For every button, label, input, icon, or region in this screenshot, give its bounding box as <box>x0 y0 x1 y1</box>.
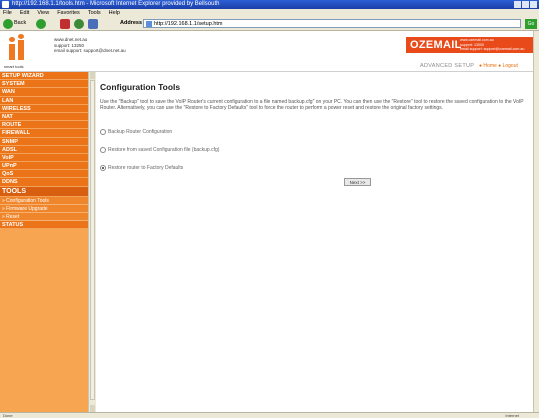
menu-tools[interactable]: Tools <box>88 9 101 17</box>
sidebar-item-snmp[interactable]: SNMP <box>0 137 88 146</box>
radio-factory-defaults[interactable] <box>100 165 106 171</box>
logout-link[interactable]: ● Logout <box>498 63 518 69</box>
menu-bar: File Edit View Favorites Tools Help <box>0 9 539 17</box>
logo-caption: smart tools <box>4 64 24 69</box>
advanced-setup-label: ADVANCED SETUP <box>420 63 475 69</box>
ie-icon <box>2 1 9 8</box>
sidebar-item-voip[interactable]: VoIP <box>0 153 88 163</box>
sidebar-item-adsl[interactable]: ADSL <box>0 145 88 154</box>
contact-info: www.dnet.net.au support: 13250 email sup… <box>54 37 126 54</box>
go-button[interactable]: Go <box>525 19 537 29</box>
scroll-up-icon[interactable] <box>90 72 95 79</box>
scroll-thumb[interactable] <box>90 80 95 400</box>
window-title-bar: http://192.168.1.1/tools.htm - Microsoft… <box>0 0 539 9</box>
sidebar-background <box>0 229 88 380</box>
option-restore[interactable]: Restore from saved Configuration file (b… <box>100 147 219 153</box>
menu-view[interactable]: View <box>37 9 49 17</box>
option-factory-defaults-label: Restore router to Factory Defaults <box>108 165 184 171</box>
minimize-icon[interactable] <box>514 1 521 8</box>
sidebar-item-firewall[interactable]: FIREWALL <box>0 129 88 138</box>
sidebar-item-system[interactable]: SYSTEM <box>0 80 88 89</box>
home-icon[interactable] <box>88 19 98 29</box>
sidebar-item-tools[interactable]: TOOLS <box>0 186 88 197</box>
sidebar-item-status[interactable]: STATUS <box>0 221 88 230</box>
sidebar-item-ddns[interactable]: DDNS <box>0 178 88 187</box>
window-title: http://192.168.1.1/tools.htm - Microsoft… <box>12 1 220 7</box>
brand-logo: OZEMAIL <box>410 39 462 51</box>
option-backup-label: Backup Router Configuration <box>108 129 173 135</box>
menu-favorites[interactable]: Favorites <box>57 9 80 17</box>
page-description: Use the "Backup" tool to save the VoIP R… <box>100 99 524 111</box>
back-label[interactable]: Back <box>14 20 26 26</box>
security-zone: Internet <box>505 413 519 418</box>
option-factory-defaults[interactable]: Restore router to Factory Defaults <box>100 165 183 171</box>
sidebar-nav: SETUP WIZARD SYSTEM WAN LAN WIRELESS NAT… <box>0 72 88 412</box>
stop-icon[interactable] <box>60 19 70 29</box>
back-icon[interactable] <box>3 19 13 29</box>
page-title: Configuration Tools <box>100 82 181 92</box>
sidebar-item-upnp[interactable]: UPnP <box>0 162 88 171</box>
address-input[interactable]: http://192.168.1.1/setup.htm <box>143 19 521 28</box>
radio-backup[interactable] <box>100 129 106 135</box>
sidebar-item-wireless[interactable]: WIRELESS <box>0 104 88 113</box>
option-backup[interactable]: Backup Router Configuration <box>100 129 172 135</box>
brand-line: email support: support@ozemail.com.au <box>460 47 525 52</box>
sidebar-item-setup-wizard[interactable]: SETUP WIZARD <box>0 72 88 81</box>
sidebar-scrollbar[interactable] <box>88 72 96 412</box>
next-button[interactable]: Next >> <box>344 178 371 186</box>
sidebar-item-nat[interactable]: NAT <box>0 112 88 122</box>
logo-icon <box>7 34 29 62</box>
home-link[interactable]: ● Home <box>479 63 497 69</box>
close-icon[interactable] <box>530 1 537 8</box>
scroll-down-icon[interactable] <box>90 405 95 412</box>
page-scrollbar[interactable] <box>533 31 539 412</box>
menu-file[interactable]: File <box>3 9 12 17</box>
refresh-icon[interactable] <box>74 19 84 29</box>
radio-restore[interactable] <box>100 147 106 153</box>
header-links: ● Home ● Logout <box>479 63 518 69</box>
menu-help[interactable]: Help <box>109 9 120 17</box>
sidebar-item-qos[interactable]: QoS <box>0 170 88 179</box>
address-label: Address <box>120 20 143 26</box>
browser-toolbar: Back Address http://192.168.1.1/setup.ht… <box>0 17 539 31</box>
sidebar-item-route[interactable]: ROUTE <box>0 121 88 130</box>
brand-info: www.ozemail.com.au support: 13000 email … <box>460 38 524 52</box>
option-restore-label: Restore from saved Configuration file (b… <box>108 147 220 153</box>
page-header: smart tools www.dnet.net.au support: 132… <box>0 31 539 72</box>
sidebar-item-lan[interactable]: LAN <box>0 96 88 105</box>
sidebar-subitem-configuration-tools[interactable]: » Configuration Tools <box>0 196 88 205</box>
contact-line: email support: support@dnet.net.au <box>54 48 126 53</box>
sidebar-subitem-reset[interactable]: » Reset <box>0 213 88 222</box>
menu-edit[interactable]: Edit <box>20 9 29 17</box>
status-bar: Done Internet <box>0 412 539 418</box>
status-text: Done <box>3 413 13 418</box>
forward-icon[interactable] <box>36 19 46 29</box>
window-controls <box>514 1 537 8</box>
maximize-icon[interactable] <box>522 1 529 8</box>
main-content: Configuration Tools Use the "Backup" too… <box>96 72 539 412</box>
sidebar-subitem-firmware-upgrade[interactable]: » Firmware Upgrade <box>0 204 88 213</box>
sidebar-item-wan[interactable]: WAN <box>0 88 88 97</box>
brand-banner: OZEMAIL www.ozemail.com.au support: 1300… <box>406 37 539 53</box>
